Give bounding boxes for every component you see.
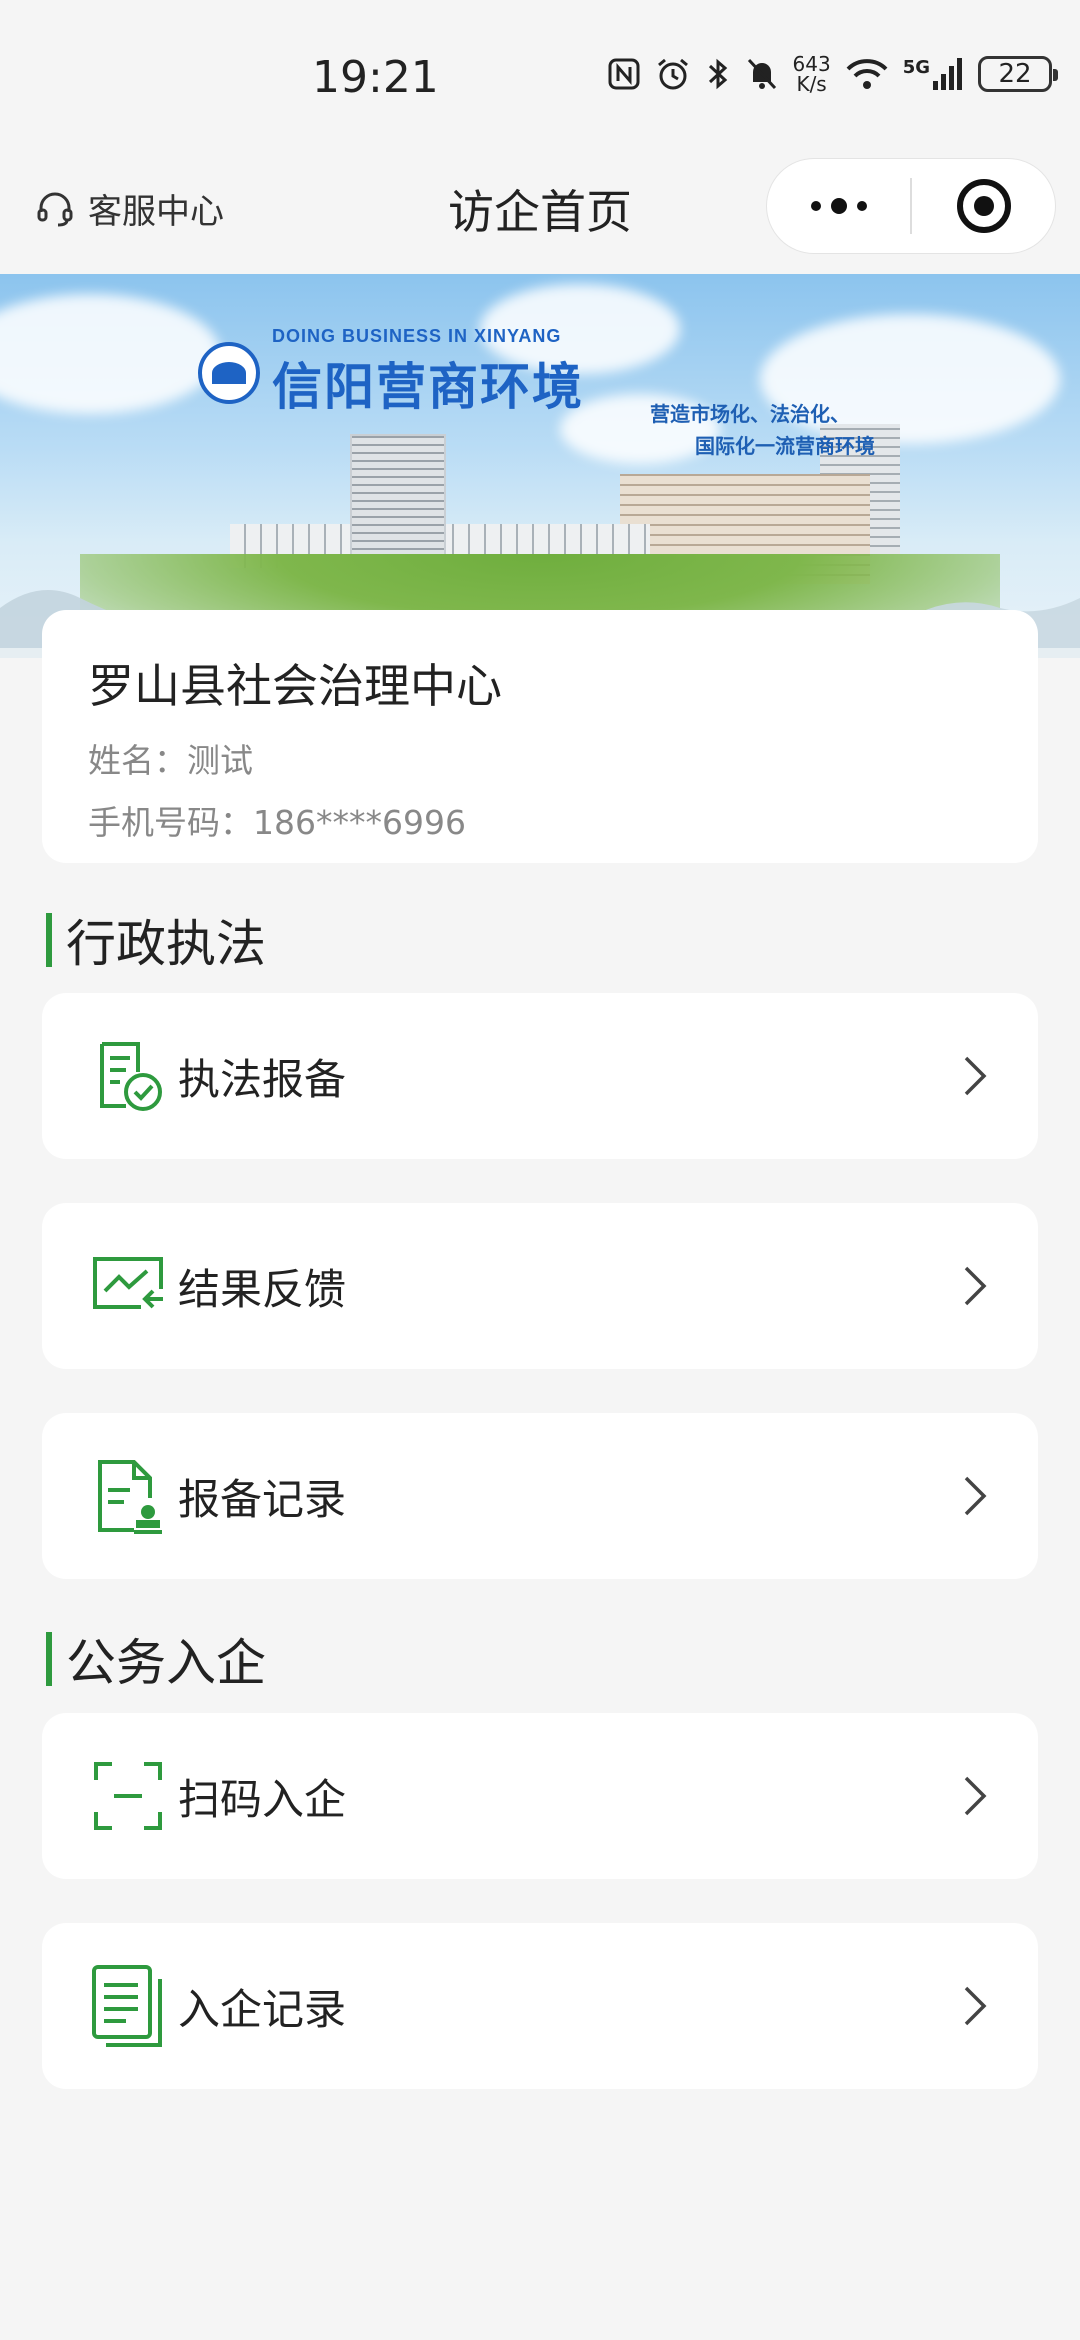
banner-slogan: 营造市场化、法治化、 国际化一流营商环境	[650, 402, 875, 458]
document-stamp-icon	[86, 1454, 170, 1538]
net-speed: 643 K/s	[792, 52, 831, 96]
menu-label: 执法报备	[178, 1054, 347, 1104]
signal-icon	[933, 58, 962, 90]
status-bar: 19:21 643 K/s 5G 22	[0, 0, 1080, 150]
menu-label: 结果反馈	[178, 1264, 347, 1314]
menu-item-result-feedback[interactable]: 结果反馈	[42, 1203, 1038, 1369]
scan-icon	[86, 1754, 170, 1838]
status-time: 19:21	[312, 52, 439, 103]
chevron-right-icon	[964, 1266, 987, 1306]
menu-label: 入企记录	[178, 1984, 347, 2034]
nav-bar: 客服中心 访企首页	[0, 150, 1080, 274]
cellular-signal: 5G	[903, 57, 964, 91]
chart-feedback-icon	[86, 1244, 170, 1328]
menu-item-scan-enter[interactable]: 扫码入企	[42, 1713, 1038, 1879]
user-name: 姓名：测试	[88, 741, 253, 780]
banner-title: 信阳营商环境	[272, 357, 584, 416]
section-title-enterprise-visit: 公务入企	[46, 1623, 266, 1695]
menu-label: 扫码入企	[178, 1774, 347, 1824]
organization-name: 罗山县社会治理中心	[88, 659, 502, 713]
chevron-right-icon	[964, 1776, 987, 1816]
section-accent-bar	[46, 1632, 52, 1686]
battery-indicator: 22	[978, 56, 1058, 92]
banner-subtitle: DOING BUSINESS IN XINYANG	[272, 326, 562, 346]
section-title-law-enforcement: 行政执法	[46, 904, 266, 976]
nfc-icon	[608, 58, 639, 90]
profile-card: 罗山县社会治理中心 姓名：测试 手机号码：186****6996	[42, 610, 1038, 863]
section-accent-bar	[46, 913, 52, 967]
banner-image: DOING BUSINESS IN XINYANG 信阳营商环境 营造市场化、法…	[0, 274, 1080, 658]
more-button[interactable]	[767, 159, 910, 253]
miniprogram-capsule	[766, 158, 1056, 254]
user-phone: 手机号码：186****6996	[88, 803, 466, 842]
chevron-right-icon	[964, 1476, 987, 1516]
wifi-icon	[846, 59, 888, 89]
menu-item-enforcement-filing[interactable]: 执法报备	[42, 993, 1038, 1159]
chevron-right-icon	[964, 1986, 987, 2026]
menu-item-filing-records[interactable]: 报备记录	[42, 1413, 1038, 1579]
banner-logo: DOING BUSINESS IN XINYANG 信阳营商环境	[198, 326, 584, 419]
status-icons: 643 K/s 5G 22	[607, 52, 1058, 96]
target-icon	[956, 179, 1011, 233]
checklist-icon	[86, 1034, 170, 1118]
bluetooth-icon	[708, 58, 727, 90]
alarm-icon	[657, 58, 688, 90]
chevron-right-icon	[964, 1056, 987, 1096]
close-miniprogram-button[interactable]	[912, 159, 1055, 253]
emblem-icon	[198, 341, 260, 404]
menu-label: 报备记录	[178, 1474, 347, 1524]
more-dots-icon	[810, 198, 867, 214]
menu-item-visit-records[interactable]: 入企记录	[42, 1923, 1038, 2089]
record-list-icon	[86, 1964, 170, 2048]
mute-icon	[747, 58, 776, 90]
